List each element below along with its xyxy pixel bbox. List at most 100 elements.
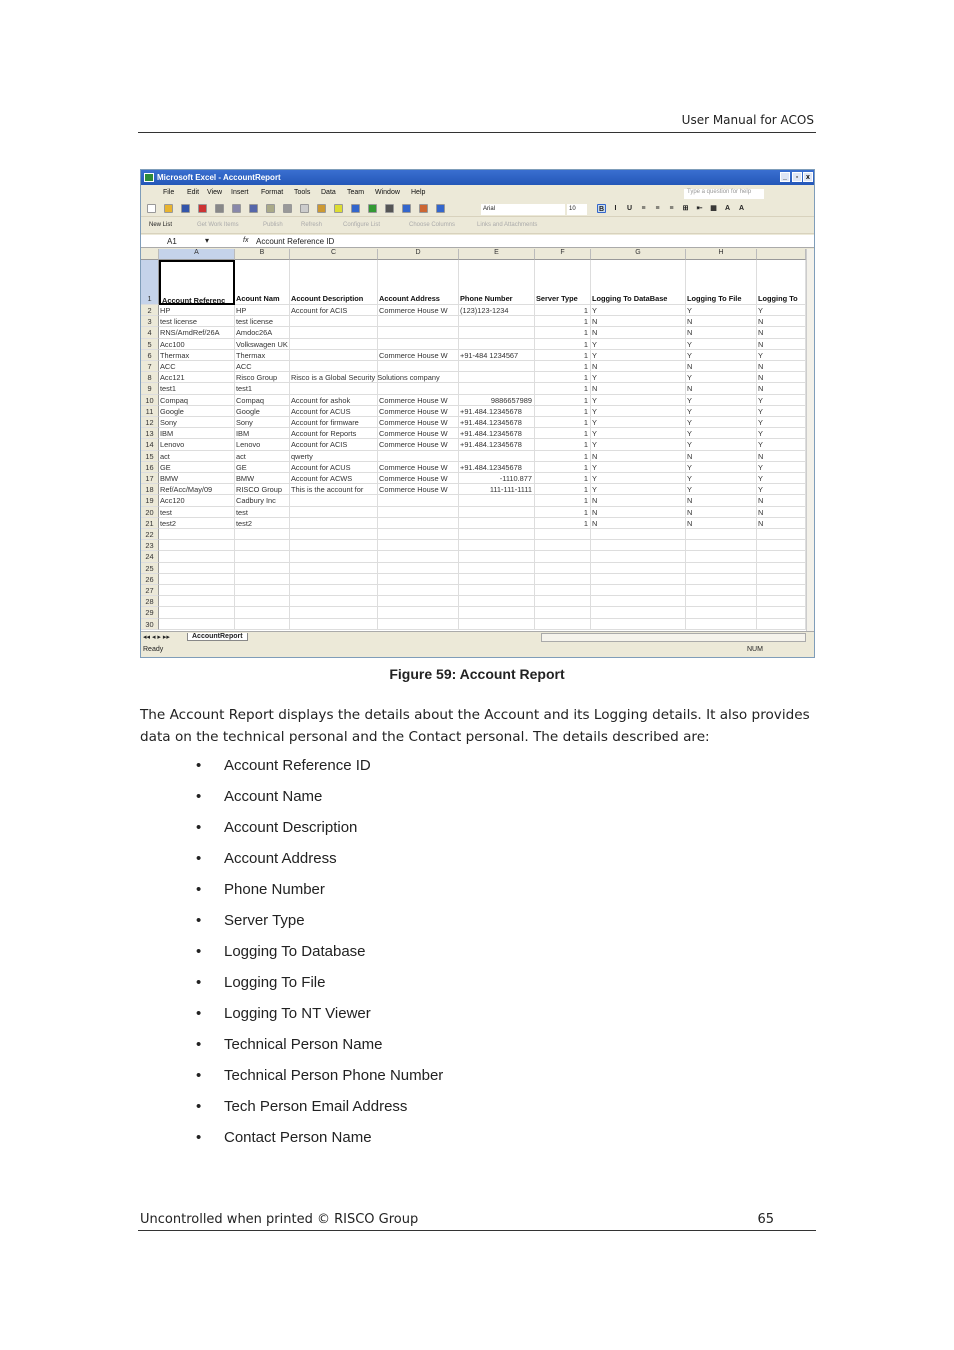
format-icon[interactable]: ▦ [709, 204, 718, 213]
table-cell[interactable] [459, 361, 535, 373]
table-cell[interactable]: ACC [235, 361, 290, 373]
table-cell[interactable] [535, 540, 591, 552]
table-cell[interactable] [757, 618, 806, 630]
table-cell[interactable]: Commerce House W [378, 349, 459, 361]
table-cell[interactable]: N [686, 361, 757, 373]
table-cell[interactable]: Y [591, 473, 686, 485]
column-title-cell[interactable]: Phone Number [459, 260, 535, 305]
table-cell[interactable]: 1 [535, 428, 591, 440]
table-cell[interactable]: Y [591, 405, 686, 417]
row-header[interactable]: 17 [141, 473, 159, 485]
select-all-corner[interactable] [141, 249, 159, 260]
table-cell[interactable] [378, 540, 459, 552]
table-cell[interactable] [459, 506, 535, 518]
table-cell[interactable]: N [686, 506, 757, 518]
table-cell[interactable] [378, 450, 459, 462]
column-title-cell[interactable]: Server Type [535, 260, 591, 305]
table-cell[interactable]: Account for ACUS [290, 405, 378, 417]
table-cell[interactable] [686, 596, 757, 608]
table-cell[interactable]: Y [591, 338, 686, 350]
table-cell[interactable] [686, 573, 757, 585]
table-cell[interactable]: Y [757, 428, 806, 440]
toolbar-icon[interactable] [334, 204, 343, 213]
table-cell[interactable]: N [757, 316, 806, 328]
table-cell[interactable] [290, 596, 378, 608]
table-cell[interactable]: N [591, 383, 686, 395]
table-cell[interactable] [290, 607, 378, 619]
table-cell[interactable]: GE [159, 461, 235, 473]
row-header[interactable]: 11 [141, 405, 159, 417]
table-cell[interactable] [378, 338, 459, 350]
table-cell[interactable]: RNS/AmdRef/26A [159, 327, 235, 339]
menu-edit[interactable]: Edit [187, 189, 199, 196]
toolbar-icon[interactable] [266, 204, 275, 213]
format-icon[interactable]: A [723, 204, 732, 213]
column-title-cell[interactable]: Logging To DataBase [591, 260, 686, 305]
table-cell[interactable] [235, 618, 290, 630]
table-cell[interactable] [686, 540, 757, 552]
table-cell[interactable]: 1 [535, 372, 591, 384]
table-cell[interactable]: Account for firmware [290, 417, 378, 429]
team-links-and-attachments-button[interactable]: Links and Attachments [477, 222, 537, 228]
table-cell[interactable] [535, 551, 591, 563]
table-cell[interactable]: Commerce House W [378, 484, 459, 496]
table-cell[interactable] [290, 506, 378, 518]
table-cell[interactable] [757, 551, 806, 563]
table-cell[interactable]: N [591, 327, 686, 339]
table-cell[interactable]: HP [159, 305, 235, 317]
table-cell[interactable] [290, 573, 378, 585]
toolbar-icon[interactable] [198, 204, 207, 213]
table-cell[interactable] [459, 551, 535, 563]
table-cell[interactable]: 1 [535, 349, 591, 361]
table-cell[interactable]: N [757, 361, 806, 373]
toolbar-icon[interactable] [317, 204, 326, 213]
team-new-list-button[interactable]: New List [149, 222, 172, 228]
table-cell[interactable] [459, 316, 535, 328]
table-cell[interactable]: Google [235, 405, 290, 417]
table-cell[interactable] [159, 573, 235, 585]
name-box[interactable]: A1 [167, 237, 177, 246]
table-cell[interactable]: +91.484.12345678 [459, 428, 535, 440]
menu-team[interactable]: Team [347, 189, 364, 196]
format-icon[interactable]: ⇤ [695, 204, 704, 213]
table-cell[interactable] [459, 618, 535, 630]
table-cell[interactable]: Account for ACWS [290, 473, 378, 485]
table-cell[interactable]: RISCO Group [235, 484, 290, 496]
menu-file[interactable]: File [163, 189, 174, 196]
table-cell[interactable]: Risco Group [235, 372, 290, 384]
team-get-work-items-button[interactable]: Get Work Items [197, 222, 239, 228]
table-cell[interactable] [459, 540, 535, 552]
table-cell[interactable] [159, 596, 235, 608]
table-cell[interactable] [757, 562, 806, 574]
column-header-c[interactable]: C [290, 249, 378, 260]
menu-tools[interactable]: Tools [294, 189, 310, 196]
table-cell[interactable]: Y [686, 338, 757, 350]
table-cell[interactable]: N [757, 383, 806, 395]
table-cell[interactable]: 1 [535, 383, 591, 395]
toolbar-icon[interactable] [436, 204, 445, 213]
toolbar-icon[interactable] [419, 204, 428, 213]
toolbar-icon[interactable] [368, 204, 377, 213]
table-cell[interactable]: Account for ashok [290, 394, 378, 406]
table-cell[interactable]: Acc100 [159, 338, 235, 350]
table-cell[interactable] [757, 540, 806, 552]
table-cell[interactable] [591, 540, 686, 552]
row-header[interactable]: 16 [141, 461, 159, 473]
table-cell[interactable]: N [757, 517, 806, 529]
table-cell[interactable]: Y [757, 473, 806, 485]
table-cell[interactable]: N [591, 450, 686, 462]
table-cell[interactable]: 1 [535, 517, 591, 529]
row-header[interactable]: 29 [141, 607, 159, 619]
table-cell[interactable]: Y [757, 305, 806, 317]
table-cell[interactable]: Risco is a Global Security Solutions com… [290, 372, 440, 384]
table-cell[interactable] [459, 327, 535, 339]
toolbar-icon[interactable] [181, 204, 190, 213]
table-cell[interactable]: Acc121 [159, 372, 235, 384]
table-cell[interactable]: act [235, 450, 290, 462]
menu-format[interactable]: Format [261, 189, 283, 196]
row-header[interactable]: 8 [141, 372, 159, 384]
table-cell[interactable]: 1 [535, 484, 591, 496]
sheet-nav-icon[interactable]: ◂◂ ◂ ▸ ▸▸ [143, 633, 170, 641]
table-cell[interactable] [235, 596, 290, 608]
table-cell[interactable]: Y [686, 394, 757, 406]
